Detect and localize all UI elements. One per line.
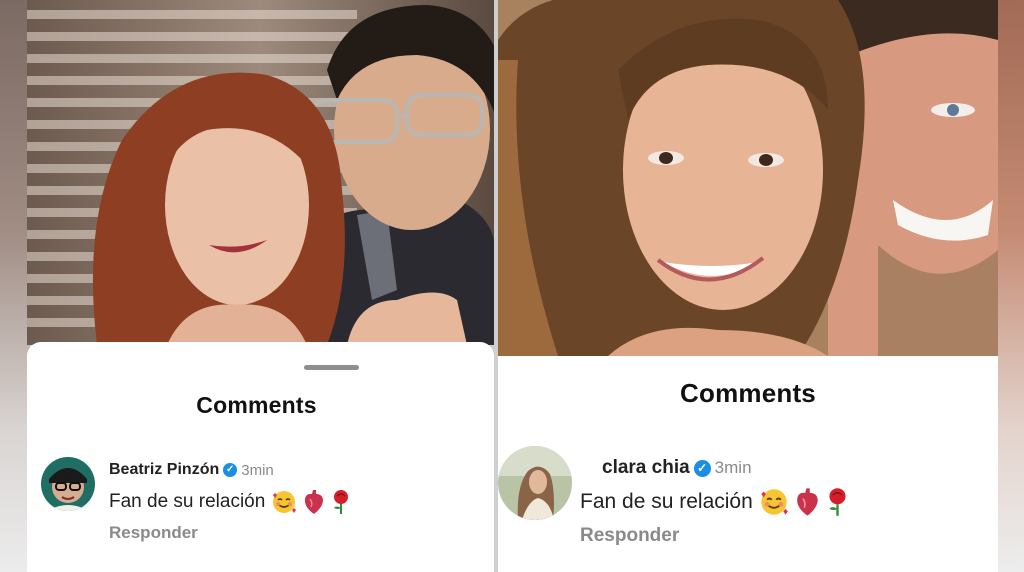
- anatomical-heart-icon: [303, 489, 325, 515]
- comment-text: Fan de su relación: [109, 491, 266, 512]
- rose-icon: [826, 487, 849, 517]
- drag-handle[interactable]: [304, 365, 359, 370]
- timestamp: 3min: [714, 458, 752, 477]
- comment-body: Fan de su relación: [109, 489, 351, 515]
- comment-body: Fan de su relación: [580, 487, 849, 517]
- reply-button[interactable]: Responder: [580, 525, 679, 547]
- verified-badge-icon: ✓: [223, 463, 238, 477]
- left-post-photo: [27, 0, 494, 345]
- avatar[interactable]: [41, 457, 95, 511]
- smiling-face-with-hearts-icon: [759, 487, 789, 517]
- username[interactable]: clara chia: [602, 457, 690, 479]
- background-blur-left: [0, 0, 30, 572]
- comments-sheet: Comments Beatriz Pinzón ✓ 3min Fan de su…: [27, 342, 494, 572]
- username[interactable]: Beatriz Pinzón: [109, 461, 219, 479]
- right-post-photo: [498, 0, 998, 356]
- right-post-panel: Comments clara chia ✓ 3min Fan de su rel…: [498, 0, 998, 572]
- comments-sheet: Comments clara chia ✓ 3min Fan de su rel…: [498, 356, 998, 572]
- rose-icon: [331, 489, 351, 515]
- sheet-title: Comments: [680, 378, 816, 408]
- left-post-panel: Comments Beatriz Pinzón ✓ 3min Fan de su…: [27, 0, 494, 572]
- reply-button[interactable]: Responder: [109, 523, 198, 543]
- comment-text: Fan de su relación: [580, 490, 753, 513]
- timestamp: 3min: [241, 461, 274, 479]
- verified-badge-icon: ✓: [693, 459, 711, 477]
- sheet-title: Comments: [196, 392, 317, 418]
- background-blur-right: [996, 0, 1024, 572]
- comment-header: Beatriz Pinzón ✓ 3min: [109, 461, 274, 479]
- anatomical-heart-icon: [795, 487, 820, 517]
- avatar[interactable]: [498, 446, 572, 520]
- comment-header: clara chia ✓ 3min: [602, 457, 752, 479]
- smiling-face-with-hearts-icon: [271, 489, 297, 515]
